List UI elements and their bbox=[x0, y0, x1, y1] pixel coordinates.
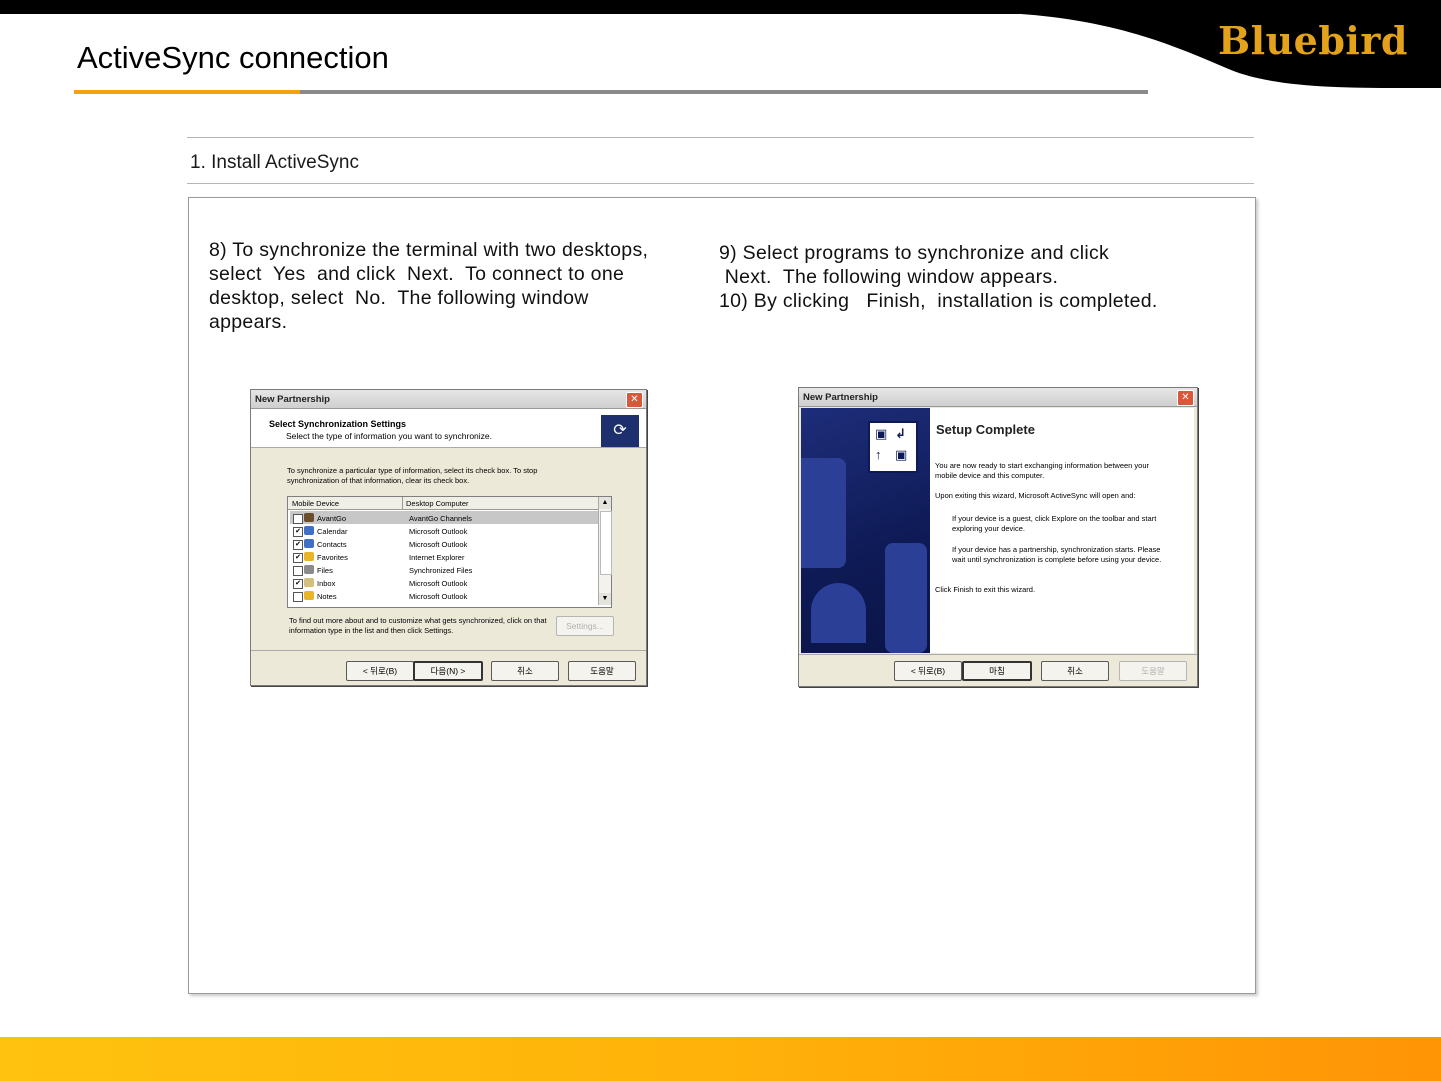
instruction-line: select Yes and click Next. To connect to… bbox=[209, 263, 625, 285]
instruction-line: Next. The following window appears. bbox=[719, 266, 1059, 288]
help-button[interactable]: 도움말 bbox=[568, 661, 636, 681]
instruction-left: 8) To synchronize the terminal with two … bbox=[209, 238, 648, 334]
inbox-icon bbox=[304, 578, 314, 587]
instruction-line: desktop, select No. The following window bbox=[209, 287, 589, 309]
desktop-item: Microsoft Outlook bbox=[409, 527, 468, 536]
desktop-item: Synchronized Files bbox=[409, 566, 473, 575]
sync-items-list[interactable]: Mobile Device Desktop Computer AvantGo A… bbox=[287, 496, 612, 608]
desktop-item: Microsoft Outlook bbox=[409, 540, 468, 549]
scroll-thumb[interactable] bbox=[600, 511, 612, 575]
next-button[interactable]: 다음(N) > bbox=[413, 661, 483, 681]
list-item[interactable]: ✔ Contacts Microsoft Outlook bbox=[290, 537, 598, 550]
settings-hint: To find out more about and to customize … bbox=[289, 616, 547, 635]
device-item: Contacts bbox=[317, 540, 347, 549]
list-scrollbar[interactable]: ▲ ▼ bbox=[598, 497, 612, 605]
page-title: ActiveSync connection bbox=[77, 40, 389, 75]
back-button[interactable]: < 뒤로(B) bbox=[346, 661, 414, 681]
finish-button[interactable]: 마침 bbox=[962, 661, 1032, 681]
sync-devices-icon: ▣ ↲ ↑ ▣ bbox=[868, 421, 918, 473]
list-item[interactable]: ✔ Favorites Internet Explorer bbox=[290, 550, 598, 563]
dialog-divider bbox=[251, 650, 646, 651]
dialog-heading: Select Synchronization Settings bbox=[269, 419, 407, 429]
device-item: AvantGo bbox=[317, 514, 347, 523]
dialog-title: New Partnership bbox=[255, 394, 330, 405]
setup-complete-dialog: New Partnership ✕ ▣ ↲ ↑ ▣ Setup Complete… bbox=[798, 387, 1198, 687]
cancel-button[interactable]: 취소 bbox=[491, 661, 559, 681]
section-rule-top bbox=[187, 137, 1254, 138]
device-item: Favorites bbox=[317, 553, 348, 562]
sync-settings-dialog: New Partnership ✕ Select Synchronization… bbox=[250, 389, 647, 686]
dialog-header: Select Synchronization Settings Select t… bbox=[251, 409, 646, 448]
dialog-body: Setup Complete You are now ready to star… bbox=[930, 408, 1194, 653]
notes-icon bbox=[304, 591, 314, 600]
avantgo-icon bbox=[304, 513, 314, 522]
files-icon bbox=[304, 565, 314, 574]
contacts-icon bbox=[304, 539, 314, 548]
dialog-subheading: Select the type of information you want … bbox=[286, 431, 493, 441]
desktop-item: Microsoft Outlook bbox=[409, 579, 468, 588]
wizard-sidebar-graphic: ▣ ↲ ↑ ▣ bbox=[801, 408, 930, 653]
calendar-icon bbox=[304, 526, 314, 535]
list-item[interactable]: AvantGo AvantGo Channels bbox=[290, 511, 598, 524]
device-silhouette bbox=[885, 543, 927, 653]
list-item[interactable]: ✔ Calendar Microsoft Outlook bbox=[290, 524, 598, 537]
section-rule-bottom bbox=[187, 183, 1254, 184]
column-mobile-device[interactable]: Mobile Device bbox=[292, 499, 339, 508]
settings-button[interactable]: Settings... bbox=[556, 616, 614, 636]
activesync-icon: ⟳ bbox=[601, 415, 639, 447]
section-label: 1. Install ActiveSync bbox=[190, 152, 359, 173]
sync-checkbox[interactable] bbox=[293, 592, 303, 602]
device-item: Inbox bbox=[317, 579, 336, 588]
scroll-up-icon[interactable]: ▲ bbox=[599, 497, 611, 509]
list-item[interactable]: Files Synchronized Files bbox=[290, 563, 598, 576]
sync-arrow-shape bbox=[811, 583, 866, 643]
scroll-down-icon[interactable]: ▼ bbox=[599, 593, 611, 605]
dialog-heading: Setup Complete bbox=[936, 422, 1035, 437]
instruction-line: 9) Select programs to synchronize and cl… bbox=[719, 242, 1110, 264]
instruction-right: 9) Select programs to synchronize and cl… bbox=[719, 241, 1158, 313]
sync-checkbox[interactable] bbox=[293, 514, 303, 524]
column-separator bbox=[402, 497, 403, 509]
close-icon[interactable]: ✕ bbox=[626, 392, 643, 408]
sync-checkbox[interactable]: ✔ bbox=[293, 540, 303, 550]
instruction-line: 8) To synchronize the terminal with two … bbox=[209, 239, 649, 261]
close-icon[interactable]: ✕ bbox=[1177, 390, 1194, 406]
device-item: Calendar bbox=[317, 527, 348, 536]
dialog-titlebar[interactable]: New Partnership ✕ bbox=[251, 390, 646, 409]
title-rule-accent bbox=[74, 90, 300, 94]
sync-checkbox[interactable]: ✔ bbox=[293, 553, 303, 563]
desktop-item: Microsoft Outlook bbox=[409, 592, 468, 601]
dialog-paragraph: If your device has a partnership, synchr… bbox=[952, 545, 1162, 564]
device-silhouette bbox=[801, 458, 846, 568]
list-item[interactable]: ✔ Inbox Microsoft Outlook bbox=[290, 576, 598, 589]
instruction-line: appears. bbox=[209, 311, 288, 333]
dialog-paragraph: Upon exiting this wizard, Microsoft Acti… bbox=[935, 491, 1136, 500]
dialog-paragraph: If your device is a guest, click Explore… bbox=[952, 514, 1157, 533]
dialog-paragraph: You are now ready to start exchanging in… bbox=[935, 461, 1150, 480]
dialog-divider bbox=[799, 654, 1197, 655]
dialog-titlebar[interactable]: New Partnership ✕ bbox=[799, 388, 1197, 407]
help-button[interactable]: 도움말 bbox=[1119, 661, 1187, 681]
instruction-line: 10) By clicking Finish, installation is … bbox=[719, 290, 1158, 312]
column-desktop-computer[interactable]: Desktop Computer bbox=[406, 499, 469, 508]
device-item: Files bbox=[317, 566, 333, 575]
device-item: Notes bbox=[317, 592, 337, 601]
dialog-paragraph: Click Finish to exit this wizard. bbox=[935, 585, 1036, 594]
dialog-title: New Partnership bbox=[803, 392, 878, 403]
cancel-button[interactable]: 취소 bbox=[1041, 661, 1109, 681]
footer-band bbox=[0, 1037, 1441, 1081]
dialog-intro: To synchronize a particular type of info… bbox=[287, 466, 538, 485]
favorites-icon bbox=[304, 552, 314, 561]
back-button[interactable]: < 뒤로(B) bbox=[894, 661, 962, 681]
desktop-item: AvantGo Channels bbox=[409, 514, 472, 523]
list-header: Mobile Device Desktop Computer bbox=[288, 497, 598, 510]
bluebird-logo: Bluebird bbox=[1218, 18, 1408, 63]
list-item[interactable]: Notes Microsoft Outlook bbox=[290, 589, 598, 602]
sync-checkbox[interactable]: ✔ bbox=[293, 579, 303, 589]
desktop-item: Internet Explorer bbox=[409, 553, 465, 562]
sync-checkbox[interactable] bbox=[293, 566, 303, 576]
title-rule bbox=[300, 90, 1148, 94]
sync-checkbox[interactable]: ✔ bbox=[293, 527, 303, 537]
